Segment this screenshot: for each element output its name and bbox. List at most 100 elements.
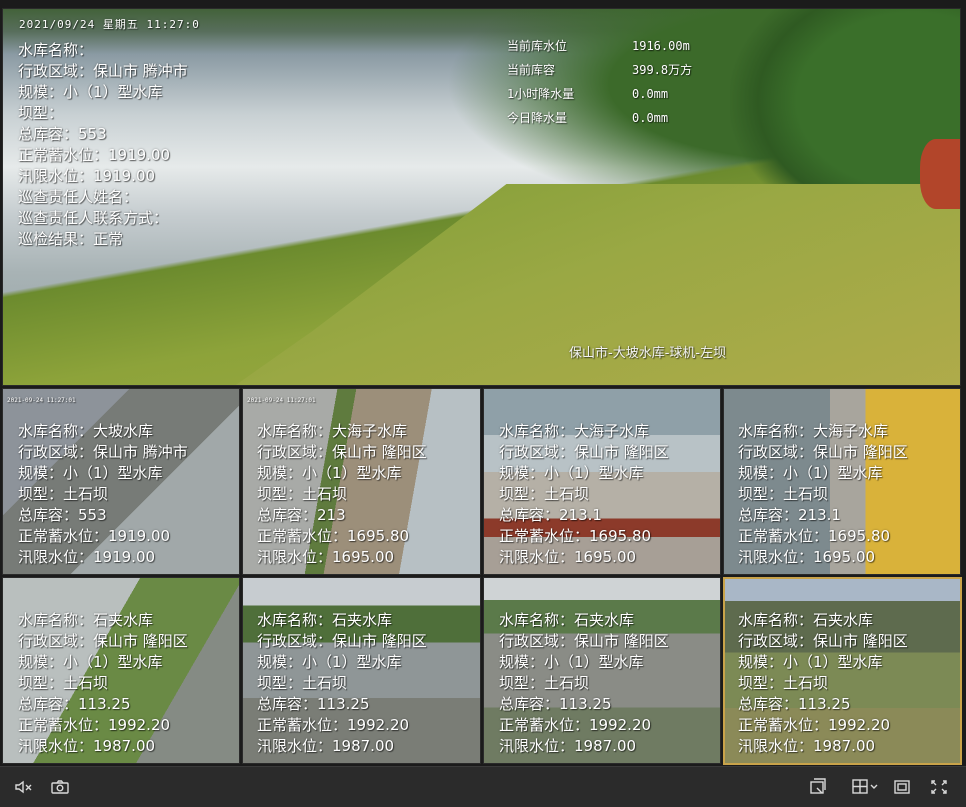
info-line: 坝型：土石坝 xyxy=(738,674,829,692)
cell-info-panel: 水库名称：石夹水库 行政区域：保山市 隆阳区 规模：小（1）型水库 坝型：土石坝… xyxy=(18,610,188,757)
info-line: 坝型：土石坝 xyxy=(257,674,348,692)
info-line: 正常蓄水位：1919.00 xyxy=(18,527,171,545)
info-line: 正常蓄水位：1919.00 xyxy=(18,146,171,164)
stat-value: 399.8万方 xyxy=(632,63,693,77)
info-line: 规模：小（1）型水库 xyxy=(257,653,402,671)
info-line: 规模：小（1）型水库 xyxy=(738,653,883,671)
info-line: 坝型：土石坝 xyxy=(18,674,109,692)
info-line: 总库容：213.1 xyxy=(738,506,841,524)
info-line: 规模：小（1）型水库 xyxy=(499,464,644,482)
mute-icon[interactable] xyxy=(13,777,35,797)
info-line: 总库容：113.25 xyxy=(257,695,370,713)
cell-info-panel: 水库名称：大海子水库 行政区域：保山市 隆阳区 规模：小（1）型水库 坝型：土石… xyxy=(257,421,427,568)
info-line: 水库名称：石夹水库 xyxy=(499,611,635,629)
info-line: 正常蓄水位：1992.20 xyxy=(738,716,891,734)
stat-row: 1小时降水量 0.0mm xyxy=(507,82,692,106)
main-video-view[interactable]: 2021/09/24 星期五 11:27:0 水库名称： 行政区域：保山市 腾冲… xyxy=(2,8,961,386)
info-line: 行政区域：保山市 隆阳区 xyxy=(738,632,908,650)
info-line: 规模：小（1）型水库 xyxy=(257,464,402,482)
info-line: 巡查责任人联系方式： xyxy=(18,209,169,227)
info-line: 坝型：土石坝 xyxy=(738,485,829,503)
info-line: 汛限水位：1695.00 xyxy=(499,548,637,566)
info-line: 规模：小（1）型水库 xyxy=(18,464,163,482)
stat-label: 当前库水位 xyxy=(507,39,568,53)
stat-label: 今日降水量 xyxy=(507,111,568,125)
camera-icon[interactable] xyxy=(49,777,71,797)
info-line: 水库名称：石夹水库 xyxy=(257,611,393,629)
stat-value: 1916.00m xyxy=(632,39,690,53)
info-line: 汛限水位：1987.00 xyxy=(18,737,156,755)
video-cell-4[interactable]: 水库名称：大海子水库 行政区域：保山市 隆阳区 规模：小（1）型水库 坝型：土石… xyxy=(723,388,961,575)
info-line: 水库名称： xyxy=(18,41,94,59)
cell-info-panel: 水库名称：石夹水库 行政区域：保山市 隆阳区 规模：小（1）型水库 坝型：土石坝… xyxy=(257,610,427,757)
info-line: 总库容：553 xyxy=(18,125,107,143)
info-line: 水库名称：大海子水库 xyxy=(738,422,889,440)
info-line: 坝型：土石坝 xyxy=(257,485,348,503)
info-line: 行政区域：保山市 腾冲市 xyxy=(18,443,188,461)
cell-info-panel: 水库名称：石夹水库 行政区域：保山市 隆阳区 规模：小（1）型水库 坝型：土石坝… xyxy=(738,610,908,757)
info-line: 规模：小（1）型水库 xyxy=(18,83,163,101)
info-line: 水库名称：大海子水库 xyxy=(257,422,408,440)
cell-timestamp: 2021-09-24 11:27:01 xyxy=(7,397,76,404)
info-line: 正常蓄水位：1695.80 xyxy=(738,527,891,545)
info-line: 汛限水位：1987.00 xyxy=(257,737,395,755)
info-line: 正常蓄水位：1992.20 xyxy=(499,716,652,734)
info-line: 行政区域：保山市 腾冲市 xyxy=(18,62,188,80)
screenshot-icon[interactable] xyxy=(807,777,829,797)
stat-row: 当前库水位 1916.00m xyxy=(507,34,692,58)
info-line: 规模：小（1）型水库 xyxy=(499,653,644,671)
cell-timestamp: 2021-09-24 11:27:01 xyxy=(247,397,316,404)
fullscreen-icon[interactable] xyxy=(928,777,950,797)
info-line: 行政区域：保山市 隆阳区 xyxy=(738,443,908,461)
info-line: 规模：小（1）型水库 xyxy=(18,653,163,671)
video-cell-8-selected[interactable]: 水库名称：石夹水库 行政区域：保山市 隆阳区 规模：小（1）型水库 坝型：土石坝… xyxy=(723,577,962,765)
cell-info-panel: 水库名称：石夹水库 行政区域：保山市 隆阳区 规模：小（1）型水库 坝型：土石坝… xyxy=(499,610,669,757)
cell-info-panel: 水库名称：大海子水库 行政区域：保山市 隆阳区 规模：小（1）型水库 坝型：土石… xyxy=(738,421,908,568)
video-wall: 2021/09/24 星期五 11:27:0 水库名称： 行政区域：保山市 腾冲… xyxy=(0,0,966,766)
info-line: 行政区域：保山市 隆阳区 xyxy=(18,632,188,650)
player-toolbar xyxy=(0,766,966,807)
info-line: 水库名称：石夹水库 xyxy=(18,611,154,629)
video-cell-5[interactable]: 水库名称：石夹水库 行政区域：保山市 隆阳区 规模：小（1）型水库 坝型：土石坝… xyxy=(2,577,240,764)
info-line: 巡查责任人姓名： xyxy=(18,188,139,206)
video-cell-2[interactable]: 2021-09-24 11:27:01 水库名称：大海子水库 行政区域：保山市 … xyxy=(242,388,481,575)
main-timestamp: 2021/09/24 星期五 11:27:0 xyxy=(19,18,200,31)
info-line: 汛限水位：1695.00 xyxy=(257,548,395,566)
info-line: 总库容：213 xyxy=(257,506,346,524)
info-line: 汛限水位：1987.00 xyxy=(738,737,876,755)
video-cell-3[interactable]: 水库名称：大海子水库 行政区域：保山市 隆阳区 规模：小（1）型水库 坝型：土石… xyxy=(483,388,721,575)
video-cell-7[interactable]: 水库名称：石夹水库 行政区域：保山市 隆阳区 规模：小（1）型水库 坝型：土石坝… xyxy=(483,577,721,764)
layout-icon[interactable] xyxy=(850,777,880,797)
info-line: 汛限水位：1695.00 xyxy=(738,548,876,566)
info-line: 正常蓄水位：1992.20 xyxy=(257,716,410,734)
info-line: 水库名称：大坡水库 xyxy=(18,422,154,440)
video-cell-1[interactable]: 2021-09-24 11:27:01 水库名称：大坡水库 行政区域：保山市 腾… xyxy=(2,388,240,575)
info-line: 总库容：113.25 xyxy=(18,695,131,713)
info-line: 水库名称：石夹水库 xyxy=(738,611,874,629)
info-line: 坝型：土石坝 xyxy=(499,674,590,692)
info-line: 汛限水位：1919.00 xyxy=(18,167,156,185)
info-line: 行政区域：保山市 隆阳区 xyxy=(257,443,427,461)
stat-row: 今日降水量 0.0mm xyxy=(507,106,692,130)
info-line: 汛限水位：1919.00 xyxy=(18,548,156,566)
stat-value: 0.0mm xyxy=(632,87,669,101)
video-cell-6[interactable]: 水库名称：石夹水库 行政区域：保山市 隆阳区 规模：小（1）型水库 坝型：土石坝… xyxy=(242,577,481,764)
stat-label: 当前库容 xyxy=(507,63,556,77)
clay-slope-shape xyxy=(920,139,960,209)
stat-value: 0.0mm xyxy=(632,111,669,125)
info-line: 巡检结果：正常 xyxy=(18,230,124,248)
info-line: 规模：小（1）型水库 xyxy=(738,464,883,482)
info-line: 总库容：113.25 xyxy=(499,695,612,713)
info-line: 总库容：113.25 xyxy=(738,695,851,713)
info-line: 正常蓄水位：1695.80 xyxy=(499,527,652,545)
stat-row: 当前库容 399.8万方 xyxy=(507,58,692,82)
info-line: 坝型： xyxy=(18,104,64,122)
window-icon[interactable] xyxy=(891,777,913,797)
stat-label: 1小时降水量 xyxy=(507,87,575,101)
info-line: 坝型：土石坝 xyxy=(18,485,109,503)
info-line: 总库容：213.1 xyxy=(499,506,602,524)
info-line: 水库名称：大海子水库 xyxy=(499,422,650,440)
cell-info-panel: 水库名称：大海子水库 行政区域：保山市 隆阳区 规模：小（1）型水库 坝型：土石… xyxy=(499,421,669,568)
info-line: 行政区域：保山市 隆阳区 xyxy=(257,632,427,650)
cell-info-panel: 水库名称：大坡水库 行政区域：保山市 腾冲市 规模：小（1）型水库 坝型：土石坝… xyxy=(18,421,188,568)
